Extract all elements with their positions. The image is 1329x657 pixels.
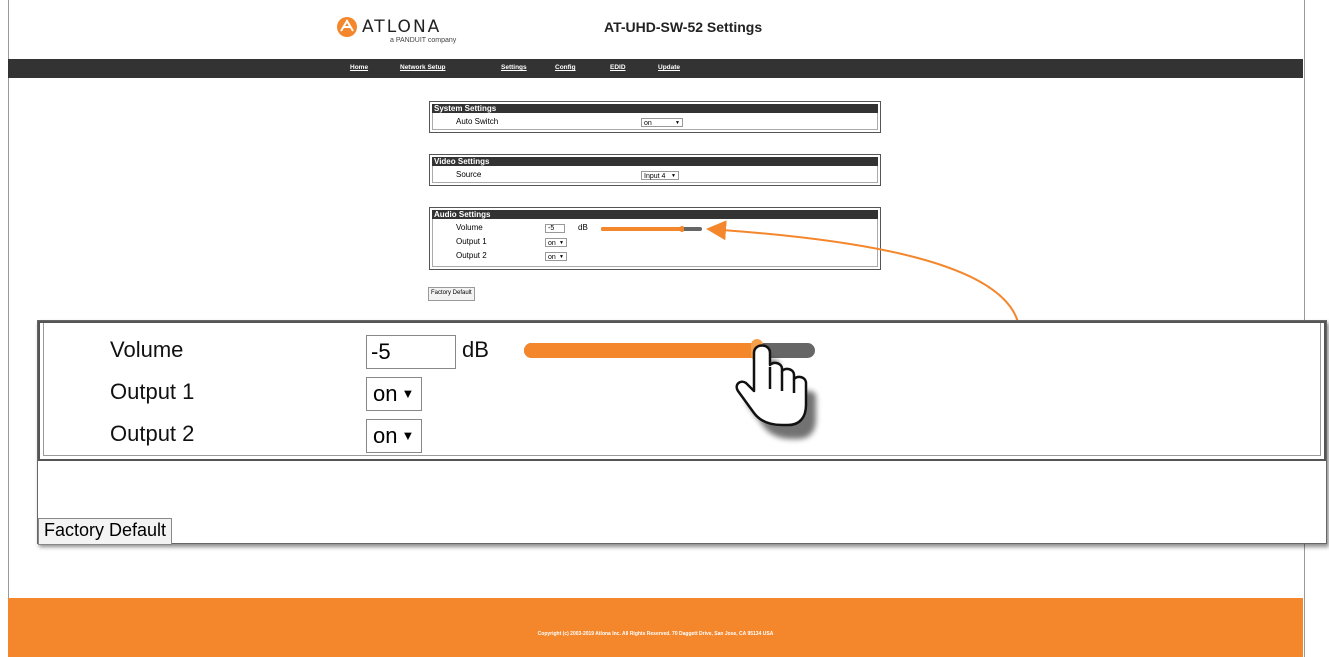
triangle-down-icon: ▼	[401, 386, 415, 401]
zoom-output1-label: Output 1	[110, 379, 195, 404]
zoom-volume-slider-fill	[524, 343, 754, 358]
zoom-output2-select[interactable]: on ▼	[366, 419, 422, 453]
zoom-volume-label: Volume	[110, 337, 184, 362]
triangle-down-icon: ▼	[401, 428, 415, 443]
zoom-output2-label: Output 2	[110, 421, 195, 446]
zoom-audio-panel: Volume -5 dB Output 1 on ▼ Output 2 on ▼	[38, 321, 1326, 461]
zoom-volume-unit: dB	[462, 337, 489, 362]
zoom-factory-default-button[interactable]: Factory Default	[38, 518, 173, 545]
zoom-volume-input[interactable]: -5	[366, 335, 456, 369]
footer: Copyright (c) 2003-2019 Atlona Inc. All …	[8, 598, 1303, 657]
zoom-callout: Volume -5 dB Output 1 on ▼ Output 2 on ▼ F…	[37, 320, 1327, 545]
hand-pointer-icon	[735, 344, 816, 439]
copyright-text: Copyright (c) 2003-2019 Atlona Inc. All …	[537, 631, 774, 637]
zoom-output1-select[interactable]: on ▼	[366, 377, 422, 411]
